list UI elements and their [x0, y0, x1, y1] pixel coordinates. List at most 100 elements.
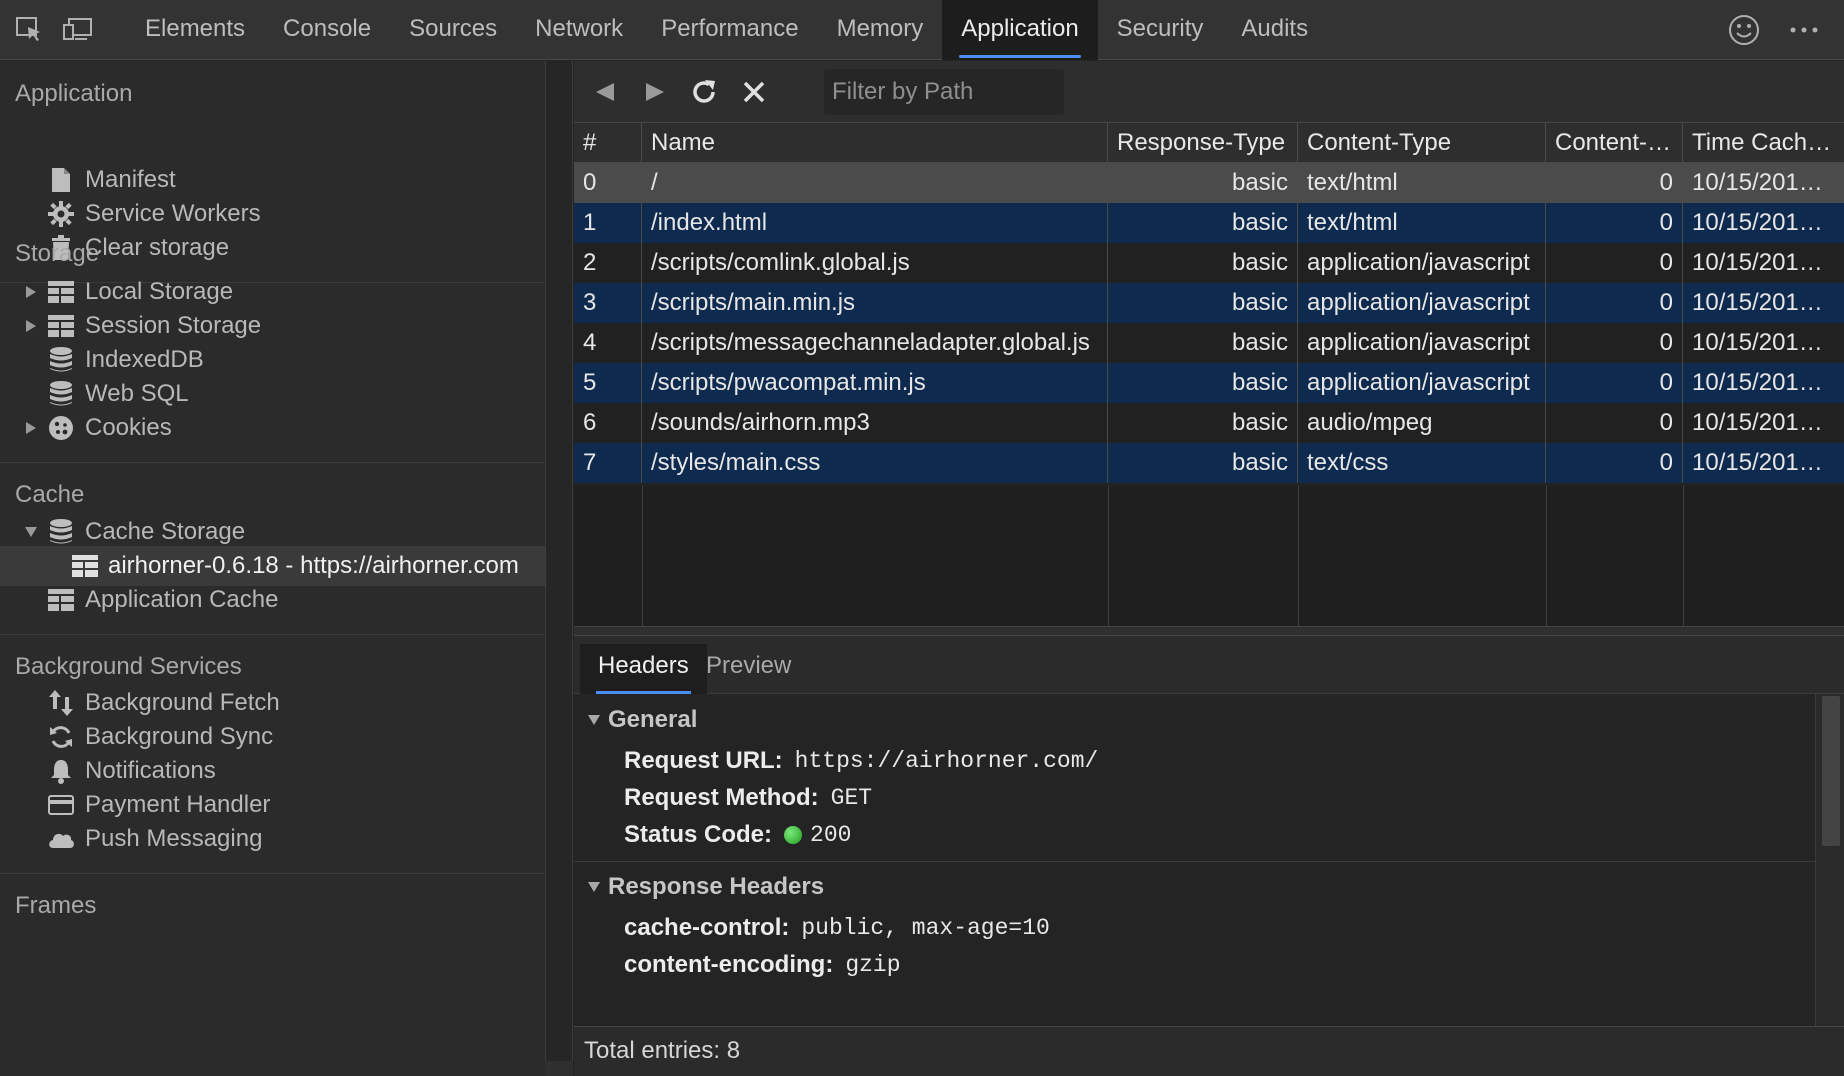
tab-elements[interactable]: Elements [126, 0, 264, 60]
panel-resizer[interactable] [574, 626, 1844, 636]
cell-content-length: 0 [1546, 403, 1683, 443]
column-divider [1683, 486, 1684, 626]
tab-preview[interactable]: Preview [688, 644, 809, 694]
content-encoding-value: gzip [845, 952, 901, 978]
column-header-name[interactable]: Name [642, 123, 1108, 163]
filter-by-path-input[interactable] [824, 69, 1064, 115]
cell-content-length: 0 [1546, 323, 1683, 363]
cache-storage-panel: # Name Response-Type Content-Type Conten… [574, 61, 1844, 1076]
devtools-tab-bar: Elements Console Sources Network Perform… [0, 0, 1844, 60]
delete-icon[interactable] [737, 75, 771, 109]
cell-response-type: basic [1108, 163, 1298, 203]
table-row[interactable]: 4 /scripts/messagechanneladapter.global.… [574, 323, 1844, 363]
sidebar-item-application-cache[interactable]: Application Cache [0, 580, 545, 620]
detail-tab-bar: Headers Preview [574, 636, 1844, 694]
cache-control-value: public, max-age=10 [801, 915, 1050, 941]
sidebar-item-cookies[interactable]: Cookies [0, 408, 545, 448]
sidebar-item-label: Session Storage [85, 312, 262, 339]
cache-control-row: cache-control: public, max-age=10 [624, 914, 1050, 942]
tab-sources[interactable]: Sources [390, 0, 516, 60]
cell-content-type: text/css [1298, 443, 1546, 483]
column-header-response-type[interactable]: Response-Type [1108, 123, 1298, 163]
collapse-arrow-icon[interactable] [24, 525, 38, 539]
headers-view: General Request URL: https://airhorner.c… [574, 694, 1815, 1026]
refresh-icon[interactable] [687, 75, 721, 109]
expand-arrow-icon[interactable] [24, 285, 38, 299]
cell-content-type: audio/mpeg [1298, 403, 1546, 443]
cell-response-type: basic [1108, 203, 1298, 243]
response-headers-section-header[interactable]: Response Headers [586, 873, 824, 901]
headers-scrollbar[interactable] [1815, 694, 1844, 1026]
tab-console[interactable]: Console [264, 0, 390, 60]
cell-response-type: basic [1108, 443, 1298, 483]
next-page-button[interactable] [638, 75, 672, 109]
cell-index: 3 [574, 283, 642, 323]
cell-name: /scripts/pwacompat.min.js [642, 363, 1108, 403]
cell-content-type: text/html [1298, 203, 1546, 243]
tab-network[interactable]: Network [516, 0, 642, 60]
sidebar-item-label: Clear storage [85, 234, 230, 261]
tab-memory[interactable]: Memory [818, 0, 943, 60]
cell-response-type: basic [1108, 363, 1298, 403]
tab-security[interactable]: Security [1098, 0, 1223, 60]
general-section-title: General [608, 706, 698, 733]
scrollbar-thumb[interactable] [1822, 696, 1840, 846]
column-header-content-type[interactable]: Content-Type [1298, 123, 1546, 163]
table-row[interactable]: 2 /scripts/comlink.global.js basic appli… [574, 243, 1844, 283]
cell-name: /scripts/main.min.js [642, 283, 1108, 323]
sidebar-resizer[interactable] [545, 61, 573, 1076]
cell-name: /sounds/airhorn.mp3 [642, 403, 1108, 443]
status-ok-icon [784, 826, 803, 844]
table-header-row: # Name Response-Type Content-Type Conten… [574, 123, 1844, 163]
sidebar-item-label: Local Storage [85, 278, 234, 305]
section-frames-title: Frames [15, 892, 97, 919]
content-encoding-label: content-encoding: [624, 951, 834, 978]
table-row[interactable]: 0 / basic text/html 0 10/15/201… [574, 163, 1844, 203]
tab-performance[interactable]: Performance [642, 0, 817, 60]
cell-time-cached: 10/15/201… [1692, 369, 1823, 396]
file-icon [46, 165, 76, 195]
table-row[interactable]: 3 /scripts/main.min.js basic application… [574, 283, 1844, 323]
cell-response-type: basic [1108, 283, 1298, 323]
cell-content-length: 0 [1546, 363, 1683, 403]
column-header-content-length[interactable]: Content-… [1546, 123, 1683, 163]
section-background-services-title: Background Services [15, 653, 242, 680]
content-encoding-row: content-encoding: gzip [624, 951, 901, 979]
sidebar-item-label: Background Sync [85, 723, 274, 750]
device-toolbar-icon[interactable] [59, 12, 95, 48]
column-header-index[interactable]: # [574, 123, 642, 163]
section-divider [0, 462, 545, 463]
sidebar-item-label: Web SQL [85, 380, 189, 407]
response-headers-section-title: Response Headers [608, 873, 825, 900]
cell-time-cached: 10/15/201… [1692, 409, 1823, 436]
table-row[interactable]: 1 /index.html basic text/html 0 10/15/20… [574, 203, 1844, 243]
sidebar-item-label: Payment Handler [85, 791, 271, 818]
table-row[interactable]: 6 /sounds/airhorn.mp3 basic audio/mpeg 0… [574, 403, 1844, 443]
sidebar-item-label: IndexedDB [85, 346, 204, 373]
table-row[interactable]: 5 /scripts/pwacompat.min.js basic applic… [574, 363, 1844, 403]
smiley-feedback-icon[interactable] [1726, 12, 1762, 48]
expand-arrow-icon[interactable] [24, 319, 38, 333]
inspect-element-icon[interactable] [12, 12, 48, 48]
previous-page-button[interactable] [588, 75, 622, 109]
sidebar-scrollbar[interactable] [545, 61, 573, 1061]
sync-icon [46, 722, 76, 752]
sidebar-item-label: Service Workers [85, 200, 261, 227]
request-method-label: Request Method: [624, 784, 819, 811]
more-options-icon[interactable] [1786, 12, 1822, 48]
request-method-value: GET [830, 785, 873, 811]
database-icon [46, 379, 76, 409]
sidebar-item-push-messaging[interactable]: Push Messaging [0, 819, 545, 859]
section-cache-title: Cache [15, 481, 85, 508]
section-application-title: Application [15, 80, 133, 107]
sidebar-item-label: airhorner-0.6.18 - https://airhorner.com [108, 552, 519, 579]
credit-card-icon [46, 790, 76, 820]
tab-application[interactable]: Application [942, 0, 1098, 60]
tab-audits[interactable]: Audits [1222, 0, 1327, 60]
cell-content-length: 0 [1546, 163, 1683, 203]
column-header-time-cached[interactable]: Time Cach… [1683, 123, 1844, 163]
expand-arrow-icon[interactable] [24, 421, 38, 435]
general-section-header[interactable]: General [586, 706, 697, 734]
table-grid-icon [46, 277, 76, 307]
table-row[interactable]: 7 /styles/main.css basic text/css 0 10/1… [574, 443, 1844, 483]
